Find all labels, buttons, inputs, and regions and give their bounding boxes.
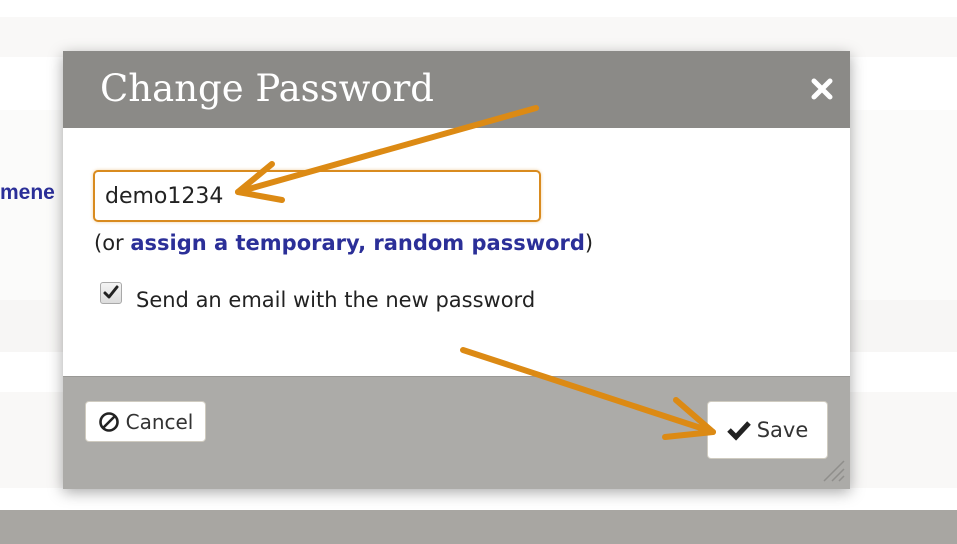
close-icon[interactable] xyxy=(808,75,836,103)
random-password-line: (or assign a temporary, random password) xyxy=(94,231,593,255)
cancel-label: Cancel xyxy=(125,409,194,434)
dialog-footer: Cancel Save xyxy=(63,376,850,489)
background-footer-bar xyxy=(0,510,957,544)
background-link[interactable]: mene xyxy=(0,181,62,205)
or-prefix: (or xyxy=(94,231,131,255)
dialog-body: (or assign a temporary, random password)… xyxy=(63,128,850,376)
cancel-button[interactable]: Cancel xyxy=(85,401,206,442)
ban-icon xyxy=(98,411,119,432)
resize-grip-icon[interactable] xyxy=(820,457,846,483)
checkmark-icon xyxy=(726,421,751,441)
change-password-dialog: Change Password (or assign a temporary, … xyxy=(63,51,850,489)
send-email-checkbox[interactable] xyxy=(100,282,122,304)
save-label: Save xyxy=(756,418,809,442)
random-password-link[interactable]: assign a temporary, random password xyxy=(130,231,585,255)
save-button[interactable]: Save xyxy=(707,401,828,459)
dialog-title: Change Password xyxy=(100,67,434,110)
dialog-header: Change Password xyxy=(63,51,850,128)
send-email-label[interactable]: Send an email with the new password xyxy=(136,288,535,312)
password-input[interactable] xyxy=(93,170,541,222)
or-suffix: ) xyxy=(584,231,594,255)
checkmark-icon xyxy=(103,285,119,299)
